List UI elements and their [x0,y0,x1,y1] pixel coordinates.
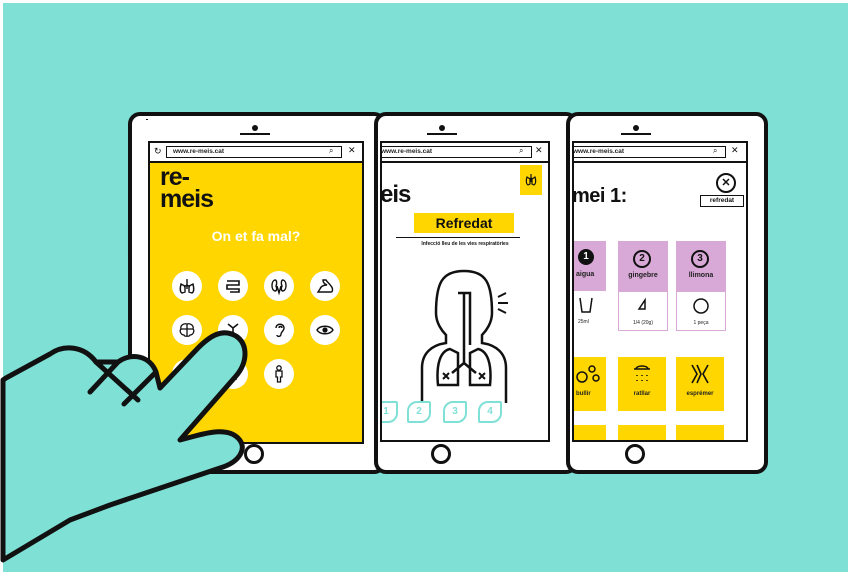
illustration: ↻ www.re-meis.cat ⌕ ✕ re- meis On et fa … [0,0,851,575]
hand-illustration [0,330,248,563]
